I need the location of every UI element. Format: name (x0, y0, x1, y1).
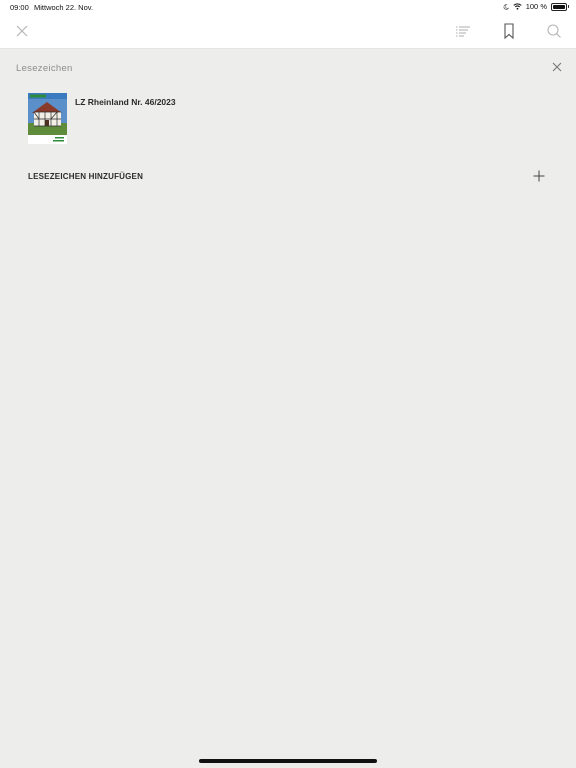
battery-icon (551, 2, 569, 11)
status-time: 09:00 (10, 3, 29, 12)
add-bookmark-label: LESEZEICHEN HINZUFÜGEN (28, 172, 144, 181)
add-bookmark-row[interactable]: LESEZEICHEN HINZUFÜGEN (28, 170, 548, 184)
close-panel-icon[interactable] (550, 60, 564, 74)
reader-toolbar (0, 14, 576, 49)
bookmark-icon[interactable] (500, 22, 518, 40)
status-date: Mittwoch 22. Nov. (34, 3, 94, 12)
list-icon[interactable] (454, 22, 472, 40)
bookmark-title: LZ Rheinland Nr. 46/2023 (75, 97, 176, 107)
plus-icon[interactable] (532, 169, 546, 183)
status-right: 100 % (503, 2, 569, 11)
home-indicator[interactable] (199, 759, 377, 763)
moon-icon (503, 3, 509, 10)
close-icon[interactable] (13, 22, 31, 40)
bookmark-item[interactable]: LZ Rheinland Nr. 46/2023 (28, 93, 548, 145)
battery-percent: 100 % (525, 2, 547, 11)
search-icon[interactable] (545, 22, 563, 40)
status-bar: 09:00 Mittwoch 22. Nov. 100 % (0, 0, 576, 14)
battery-fill (553, 4, 565, 9)
magazine-cover-thumbnail (28, 93, 67, 144)
panel-title: Lesezeichen (16, 63, 73, 74)
wifi-icon (513, 3, 522, 10)
